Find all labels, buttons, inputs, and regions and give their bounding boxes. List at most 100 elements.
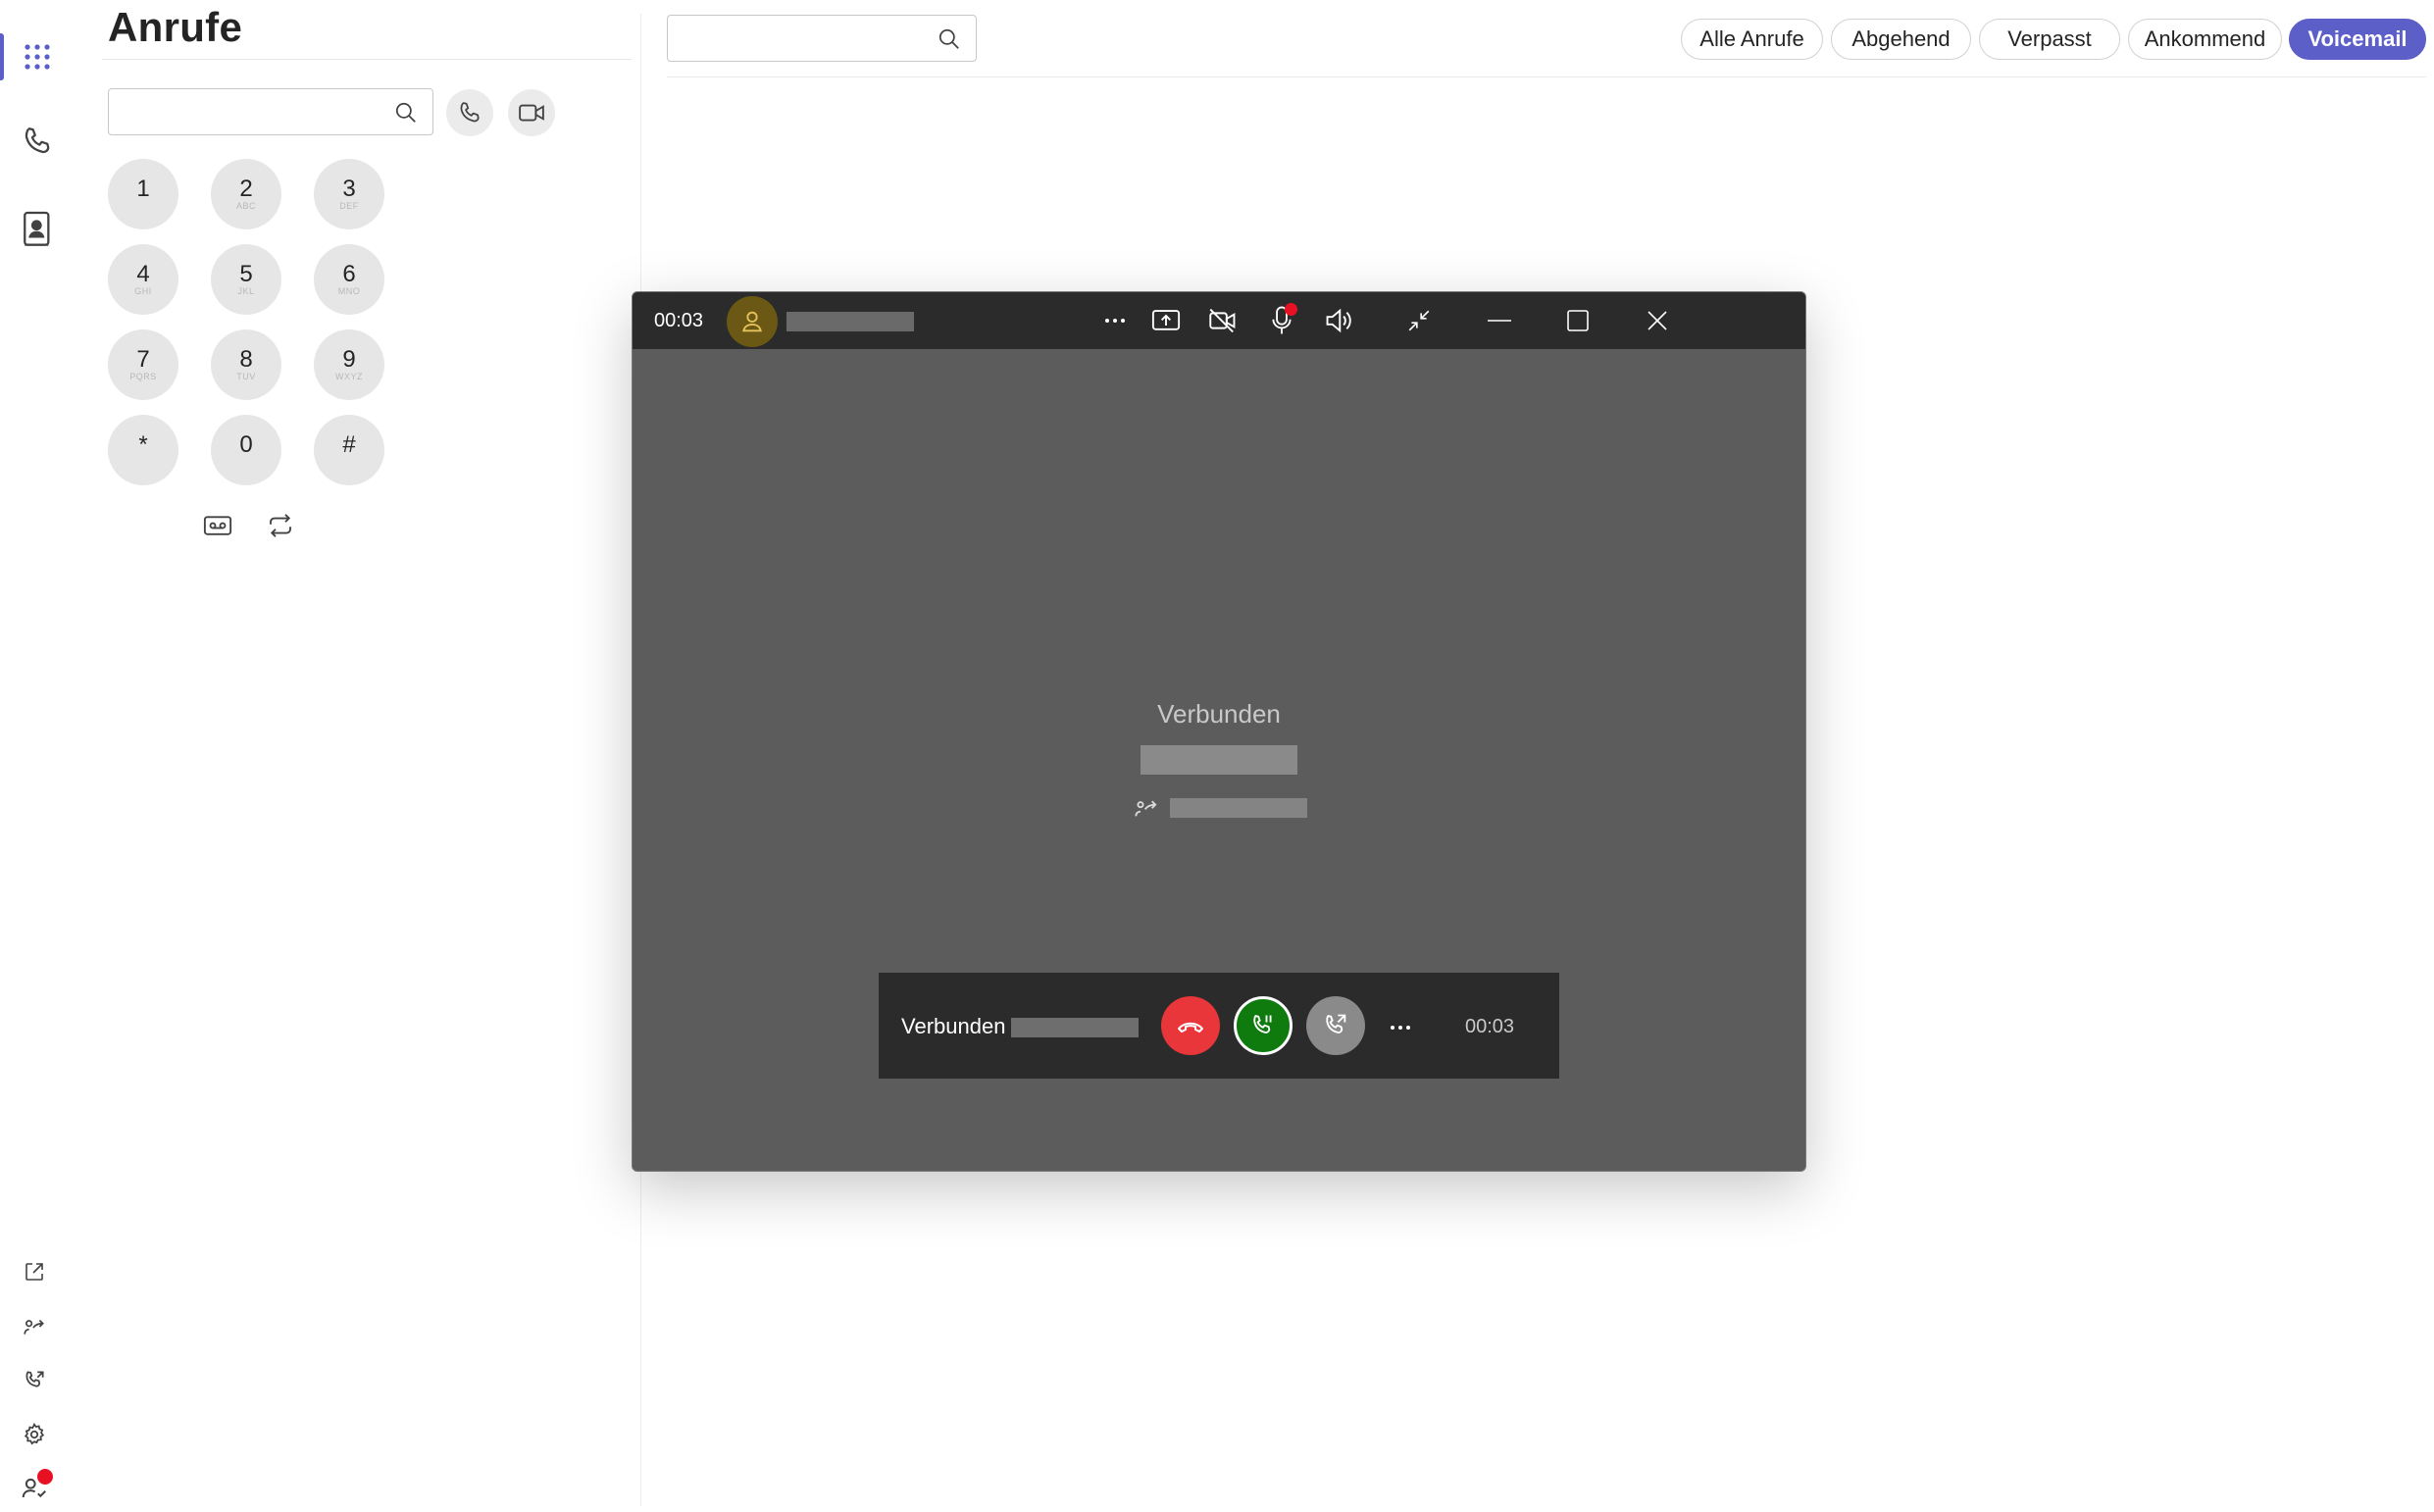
key-2[interactable]: 2 ABC — [211, 159, 281, 229]
hang-up-icon — [1176, 1018, 1205, 1033]
maximize-icon — [1567, 310, 1589, 331]
camera-toggle-button[interactable] — [1203, 301, 1242, 340]
title-divider — [102, 59, 632, 60]
filter-label: Alle Anrufe — [1699, 26, 1804, 51]
filter-label: Ankommend — [2144, 26, 2266, 51]
close-icon — [1647, 310, 1668, 331]
minimize-button[interactable] — [1480, 301, 1519, 340]
maximize-button[interactable] — [1558, 301, 1597, 340]
key-digit: 8 — [239, 346, 253, 373]
strip-caller-redacted — [1011, 1018, 1139, 1037]
key-3[interactable]: 3 DEF — [314, 159, 384, 229]
key-5[interactable]: 5 JKL — [211, 244, 281, 315]
key-digit: 6 — [342, 261, 356, 287]
microphone-button[interactable] — [1262, 301, 1301, 340]
speaker-button[interactable] — [1319, 301, 1358, 340]
call-transfer-icon — [1322, 1012, 1349, 1039]
key-7[interactable]: 7 PQRS — [108, 329, 178, 400]
key-digit: 2 — [239, 176, 253, 202]
rail-contacts[interactable] — [0, 192, 75, 267]
key-9[interactable]: 9 WXYZ — [314, 329, 384, 400]
filter-all-calls[interactable]: Alle Anrufe — [1681, 19, 1823, 60]
key-letters: TUV — [236, 372, 256, 381]
call-control-strip: Verbunden 00:03 — [879, 973, 1559, 1079]
hang-up-button[interactable] — [1161, 996, 1220, 1055]
key-letters: PQRS — [129, 372, 157, 381]
dial-number-input[interactable] — [117, 95, 376, 130]
key-0[interactable]: 0 — [211, 415, 281, 485]
key-4[interactable]: 4 GHI — [108, 244, 178, 315]
key-letters: GHI — [134, 286, 152, 296]
exit-fullscreen-button[interactable] — [1399, 301, 1439, 340]
call-more-button[interactable] — [1095, 301, 1135, 340]
rail-call-forward[interactable] — [0, 1302, 69, 1351]
repeat-icon — [266, 511, 295, 540]
search-icon[interactable] — [393, 100, 419, 126]
transfer-call-button[interactable] — [1306, 996, 1365, 1055]
rail-open-external[interactable] — [0, 1247, 69, 1296]
filter-label: Abgehend — [1851, 26, 1951, 51]
open-external-icon — [23, 1260, 46, 1284]
call-forward-icon — [1134, 794, 1161, 820]
voicemail-button[interactable] — [194, 502, 241, 549]
audio-call-button[interactable] — [446, 89, 493, 136]
person-icon — [738, 308, 766, 335]
phone-hold-icon — [1249, 1012, 1277, 1039]
key-letters: MNO — [337, 286, 361, 296]
filter-outgoing[interactable]: Abgehend — [1831, 19, 1971, 60]
close-call-window-button[interactable] — [1638, 301, 1677, 340]
more-icon — [1103, 318, 1127, 324]
call-park-icon — [22, 1368, 47, 1393]
key-6[interactable]: 6 MNO — [314, 244, 384, 315]
rail-calls[interactable] — [0, 104, 75, 178]
more-icon — [1390, 1025, 1411, 1031]
key-digit: 3 — [342, 176, 356, 202]
transfer-button[interactable] — [257, 502, 304, 549]
filter-divider — [667, 76, 2426, 77]
strip-status: Verbunden — [901, 1014, 1006, 1038]
user-status-icon — [20, 1467, 55, 1502]
rail-call-park[interactable] — [0, 1356, 69, 1405]
call-duration: 00:03 — [654, 310, 704, 331]
key-1[interactable]: 1 — [108, 159, 178, 229]
history-search-input[interactable] — [676, 22, 915, 57]
camera-off-icon — [1207, 307, 1239, 334]
key-digit: 7 — [136, 346, 150, 373]
key-letters: JKL — [237, 286, 255, 296]
filter-missed[interactable]: Verpasst — [1979, 19, 2120, 60]
filter-label: Voicemail — [2307, 26, 2408, 51]
filter-incoming[interactable]: Ankommend — [2128, 19, 2282, 60]
active-call-window: 00:03 Verbunden Verbunden 00:03 — [632, 291, 1806, 1172]
status-badge — [35, 1467, 55, 1487]
key-8[interactable]: 8 TUV — [211, 329, 281, 400]
strip-duration: 00:03 — [1465, 1016, 1515, 1037]
share-screen-icon — [1151, 308, 1181, 333]
phone-icon — [456, 99, 483, 126]
rail-settings[interactable] — [0, 1410, 69, 1459]
settings-icon — [22, 1422, 47, 1447]
key-hash[interactable]: # — [314, 415, 384, 485]
rail-user-status[interactable] — [0, 1463, 69, 1512]
filter-voicemail[interactable]: Voicemail — [2289, 19, 2426, 60]
call-forward-icon — [22, 1314, 47, 1339]
contacts-icon — [21, 210, 54, 249]
phone-icon — [20, 124, 55, 159]
apps-grid-icon — [23, 42, 52, 72]
key-letters: DEF — [339, 201, 359, 211]
video-call-button[interactable] — [508, 89, 555, 136]
video-camera-icon — [517, 98, 546, 127]
minimize-icon — [1488, 319, 1511, 323]
rail-apps[interactable] — [0, 20, 75, 94]
key-digit: 4 — [136, 261, 150, 287]
key-star[interactable]: * — [108, 415, 178, 485]
left-rail — [0, 0, 78, 1506]
hold-call-button[interactable] — [1234, 996, 1293, 1055]
page-title: Anrufe — [108, 4, 243, 50]
share-screen-button[interactable] — [1146, 301, 1186, 340]
history-search-box[interactable] — [667, 15, 977, 62]
mic-status-dot — [1285, 303, 1297, 316]
caller-name-redacted — [786, 312, 914, 331]
strip-more-button[interactable] — [1381, 1008, 1420, 1047]
dial-search-box[interactable] — [108, 88, 433, 135]
search-icon[interactable] — [937, 26, 962, 52]
